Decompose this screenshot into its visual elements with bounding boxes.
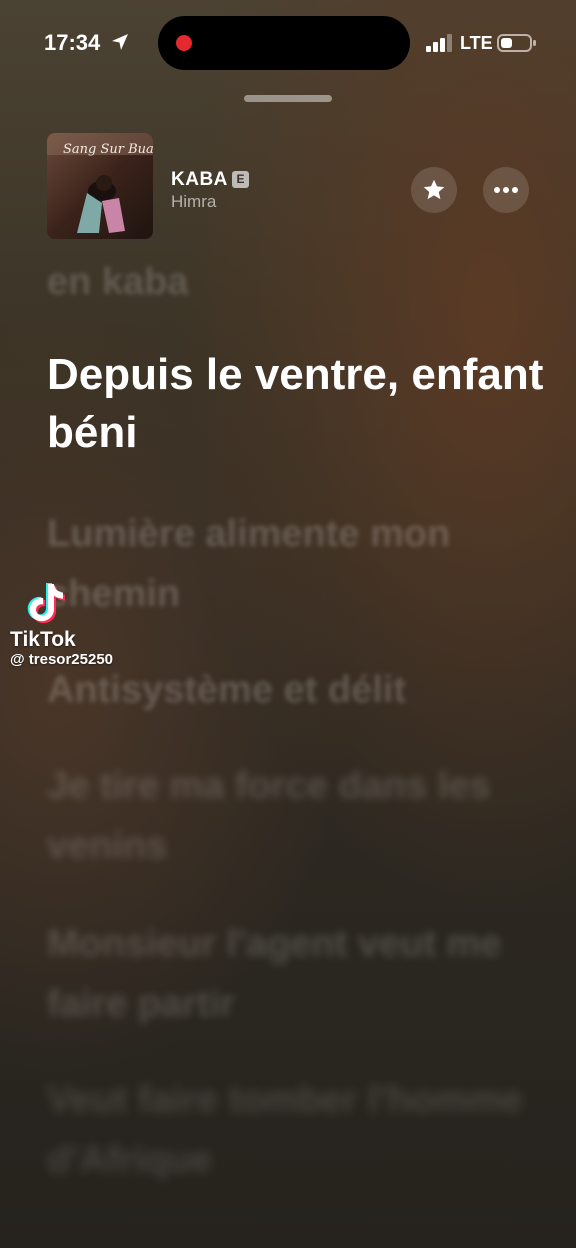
album-art-image: Sang Sur Buad: [47, 133, 153, 239]
signal-bars-icon: [426, 34, 452, 52]
dynamic-island: [158, 16, 410, 70]
recording-indicator-icon: [176, 35, 192, 51]
lyric-line-next[interactable]: Lumière alimente mon chemin: [47, 504, 547, 624]
network-type: LTE: [460, 33, 493, 53]
tiktok-logo-icon: [27, 583, 65, 624]
tiktok-brand: TikTok: [10, 628, 76, 651]
status-time: 17:34: [44, 30, 101, 55]
artist-name[interactable]: Himra: [171, 192, 216, 212]
lyric-line-current[interactable]: Depuis le ventre, enfant béni: [47, 346, 547, 462]
more-options-button[interactable]: [483, 167, 529, 213]
lyric-line-next[interactable]: Je tire ma force dans les venins: [47, 756, 547, 876]
battery-icon: [497, 34, 536, 52]
album-art-text: Sang Sur Buad: [63, 142, 153, 157]
location-arrow-icon: [112, 34, 128, 50]
star-icon: [423, 179, 445, 200]
tiktok-handle: @ tresor25250: [10, 651, 114, 668]
sheet-grabber[interactable]: [244, 95, 332, 102]
ellipsis-icon: [494, 187, 518, 193]
lyric-line-next[interactable]: Veut faire tomber l'homme d'Afrique: [47, 1070, 547, 1190]
lyric-line-next[interactable]: Antisystème et délit: [47, 660, 547, 720]
explicit-badge: E: [232, 171, 249, 188]
album-art[interactable]: Sang Sur Buad: [47, 133, 153, 239]
lyric-line-previous[interactable]: en kaba: [47, 252, 547, 312]
lyric-line-next[interactable]: Monsieur l'agent veut me faire partir: [47, 914, 547, 1034]
song-title[interactable]: KABA: [171, 169, 228, 191]
favorite-button[interactable]: [411, 167, 457, 213]
